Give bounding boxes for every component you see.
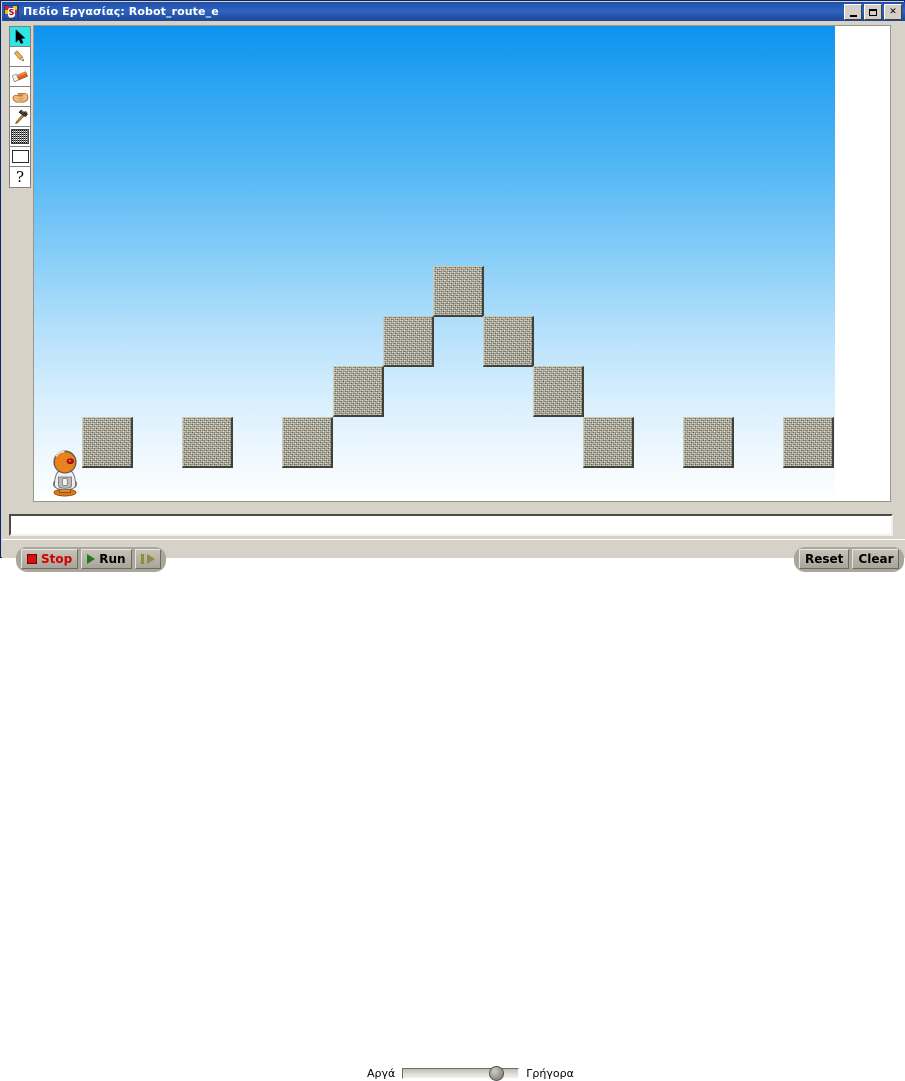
step-forward-icon xyxy=(140,554,144,564)
eraser-tool[interactable] xyxy=(10,67,30,87)
step-triangle-icon xyxy=(146,554,155,564)
rectangle-tool[interactable] xyxy=(10,147,30,167)
white-rectangle-icon xyxy=(11,150,29,163)
cursor-arrow-icon xyxy=(13,29,27,45)
maximize-button[interactable] xyxy=(864,4,882,20)
reset-button-label: Reset xyxy=(805,552,844,566)
hand-tool[interactable] xyxy=(10,87,30,107)
checkered-texture-icon xyxy=(11,129,29,144)
stone-block[interactable] xyxy=(82,417,133,468)
texture-tool[interactable] xyxy=(10,127,30,147)
hammer-icon xyxy=(12,109,29,125)
application-window: S Πεδίο Εργασίας: Robot_route_e ✕ ? Stop… xyxy=(0,0,905,1081)
question-mark-icon: ? xyxy=(15,167,25,186)
stop-square-icon xyxy=(27,554,37,564)
stone-block[interactable] xyxy=(583,417,634,468)
speed-fast-label: Γρήγορα xyxy=(526,1067,574,1080)
reset-button[interactable]: Reset xyxy=(799,549,850,569)
pointing-hand-icon xyxy=(12,90,29,104)
help-tool[interactable]: ? xyxy=(10,167,30,187)
run-button[interactable]: Run xyxy=(81,549,132,569)
client-area: ? Stop Run Αργά Γρήγορα Reset Clear xyxy=(2,21,905,1081)
pencil-tool[interactable] xyxy=(10,47,30,67)
eraser-icon xyxy=(11,70,29,83)
command-input[interactable] xyxy=(9,513,893,536)
minimize-button[interactable] xyxy=(844,4,862,20)
play-triangle-icon xyxy=(87,554,96,564)
close-button[interactable]: ✕ xyxy=(884,4,902,20)
title-bar[interactable]: S Πεδίο Εργασίας: Robot_route_e ✕ xyxy=(2,2,905,21)
stone-block[interactable] xyxy=(483,316,534,367)
hammer-tool[interactable] xyxy=(10,107,30,127)
speed-slow-label: Αργά xyxy=(367,1067,396,1080)
stone-block[interactable] xyxy=(433,266,484,317)
speed-slider-group: Αργά Γρήγορα xyxy=(367,1066,574,1081)
run-button-label: Run xyxy=(99,552,126,566)
pencil-icon xyxy=(12,49,28,65)
step-button[interactable] xyxy=(134,549,161,569)
clear-button[interactable]: Clear xyxy=(852,549,900,569)
close-icon: ✕ xyxy=(889,6,897,17)
stone-block[interactable] xyxy=(182,417,233,468)
window-controls: ✕ xyxy=(844,4,902,20)
select-arrow-tool[interactable] xyxy=(10,27,30,47)
stone-block[interactable] xyxy=(533,366,584,417)
workspace-canvas[interactable] xyxy=(33,25,891,502)
speed-slider-thumb[interactable] xyxy=(489,1066,505,1081)
stop-button-label: Stop xyxy=(41,552,73,566)
clear-button-label: Clear xyxy=(858,552,894,566)
app-blocks-icon: S xyxy=(4,4,19,19)
reset-clear-button-group: Reset Clear xyxy=(794,546,905,572)
stone-block[interactable] xyxy=(282,417,333,468)
stone-block[interactable] xyxy=(683,417,734,468)
command-input-row xyxy=(9,513,893,536)
stone-block[interactable] xyxy=(783,417,834,468)
control-bar: Stop Run Αργά Γρήγορα Reset Clear xyxy=(2,539,905,1081)
stone-block[interactable] xyxy=(333,366,384,417)
tool-palette: ? xyxy=(9,26,31,188)
stone-block[interactable] xyxy=(383,316,434,367)
robot-character[interactable] xyxy=(48,447,82,497)
stop-button[interactable]: Stop xyxy=(21,549,79,569)
playback-button-group: Stop Run xyxy=(16,546,166,572)
window-title: Πεδίο Εργασίας: Robot_route_e xyxy=(23,5,219,18)
speed-slider[interactable] xyxy=(402,1066,520,1081)
